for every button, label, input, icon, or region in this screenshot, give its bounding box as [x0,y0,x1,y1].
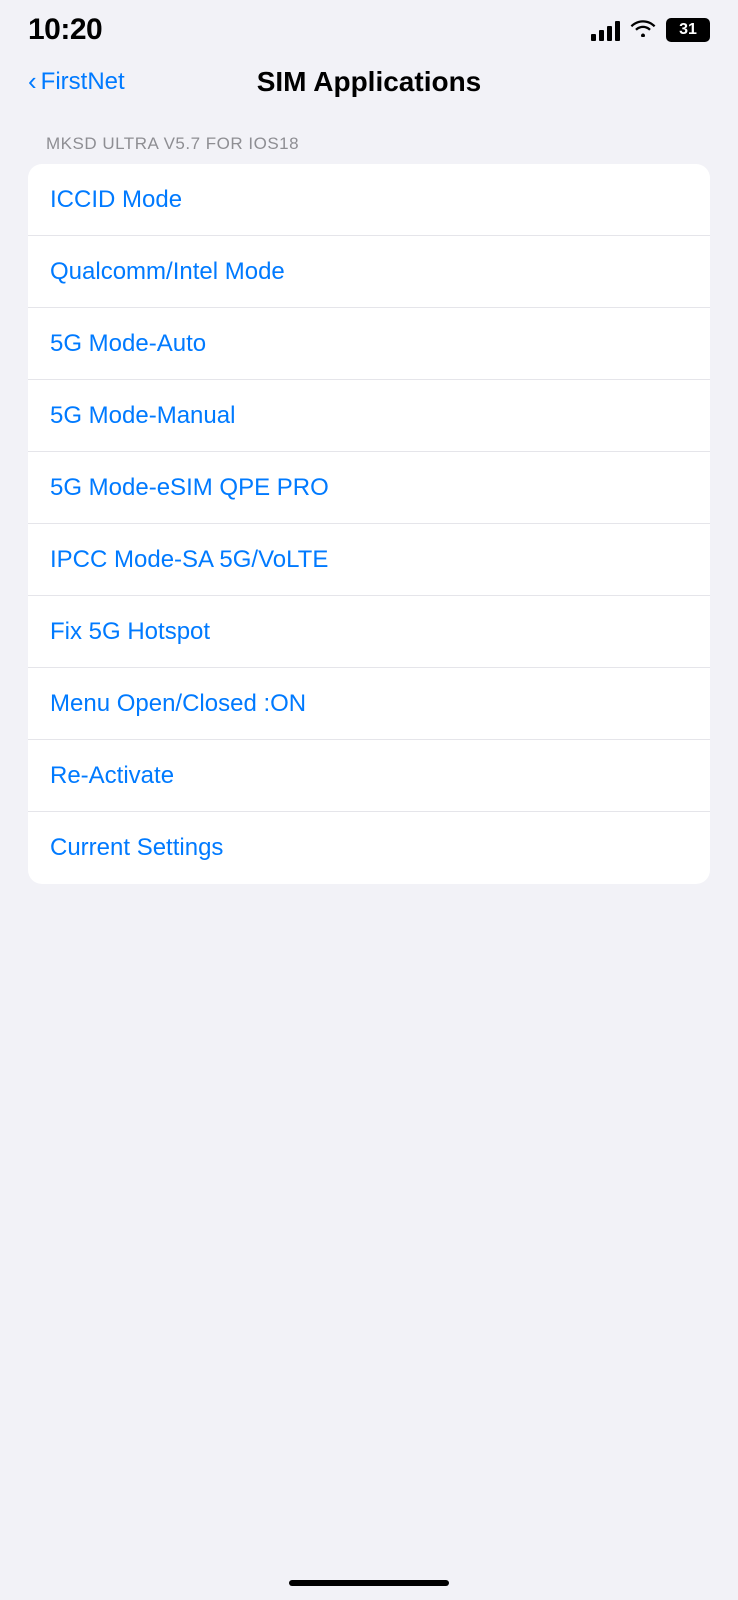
section-header: MKSD ULTRA V5.7 FOR IOS18 [28,134,710,154]
list-item-label: IPCC Mode-SA 5G/VoLTE [50,546,328,574]
list-item-label: Current Settings [50,834,223,862]
status-icons: 31 [591,17,710,43]
list-item-label: ICCID Mode [50,186,182,214]
list-item[interactable]: Current Settings [28,812,710,884]
back-button[interactable]: ‹ FirstNet [28,68,125,96]
list-item[interactable]: Menu Open/Closed :ON [28,668,710,740]
list-item[interactable]: Re-Activate [28,740,710,812]
status-bar: 10:20 31 [0,0,738,54]
list-item[interactable]: 5G Mode-eSIM QPE PRO [28,452,710,524]
list-item[interactable]: IPCC Mode-SA 5G/VoLTE [28,524,710,596]
list-item[interactable]: Fix 5G Hotspot [28,596,710,668]
list-item[interactable]: 5G Mode-Auto [28,308,710,380]
back-chevron-icon: ‹ [28,68,37,94]
nav-bar: ‹ FirstNet SIM Applications [0,54,738,114]
list-item[interactable]: Qualcomm/Intel Mode [28,236,710,308]
list-item-label: Fix 5G Hotspot [50,618,210,646]
home-indicator [289,1580,449,1586]
list-item-label: Re-Activate [50,762,174,790]
back-label: FirstNet [41,68,125,96]
wifi-icon [630,17,656,43]
list-card: ICCID Mode Qualcomm/Intel Mode 5G Mode-Aut… [28,164,710,884]
page-title: SIM Applications [257,66,482,98]
battery-indicator: 31 [666,18,710,42]
status-time: 10:20 [28,13,102,47]
list-item[interactable]: 5G Mode-Manual [28,380,710,452]
list-item-label: Qualcomm/Intel Mode [50,258,285,286]
list-item-label: 5G Mode-Auto [50,330,206,358]
signal-icon [591,19,620,41]
list-item[interactable]: ICCID Mode [28,164,710,236]
list-item-label: 5G Mode-Manual [50,402,235,430]
list-item-label: Menu Open/Closed :ON [50,690,306,718]
list-item-label: 5G Mode-eSIM QPE PRO [50,474,329,502]
main-content: MKSD ULTRA V5.7 FOR IOS18 ICCID Mode Qual… [0,114,738,884]
